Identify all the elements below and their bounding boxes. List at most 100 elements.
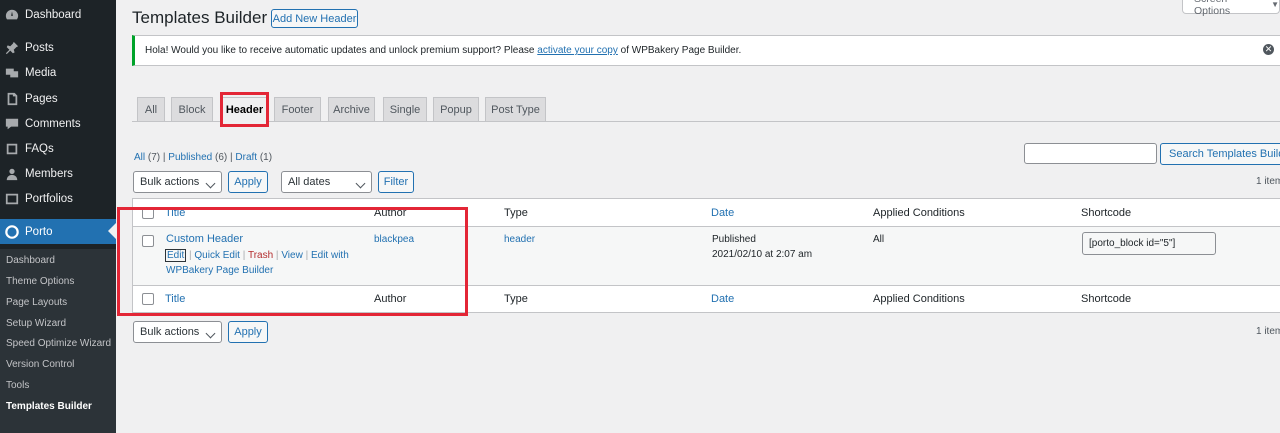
- sidebar-item-label: FAQs: [25, 142, 54, 155]
- dates-select[interactable]: All dates: [281, 171, 372, 193]
- tab-all[interactable]: All: [137, 97, 165, 122]
- submenu-item-speed-optimize-wizard[interactable]: Speed Optimize Wizard: [6, 338, 111, 349]
- submenu-item-tools[interactable]: Tools: [6, 380, 29, 391]
- bulk-actions-select-top[interactable]: Bulk actions: [133, 171, 222, 193]
- update-notice: Hola! Would you like to receive automati…: [132, 35, 1280, 66]
- column-author: Author: [374, 207, 407, 219]
- table-footer-row: Title Author Type Date Applied Condition…: [133, 286, 1280, 313]
- edit-with-wpbakery-link-line2[interactable]: WPBakery Page Builder: [166, 265, 273, 276]
- porto-submenu: Dashboard Theme Options Page Layouts Set…: [0, 249, 116, 433]
- table-row: Custom Header Edit | Quick Edit | Trash …: [133, 227, 1280, 286]
- sidebar-item-label: Media: [25, 66, 57, 79]
- row-conditions: All: [873, 234, 885, 245]
- column-applied-conditions-footer: Applied Conditions: [873, 293, 965, 305]
- media-icon: [5, 66, 19, 80]
- quick-edit-link[interactable]: Quick Edit: [194, 250, 240, 261]
- caret-down-icon: ▼: [1271, 0, 1279, 9]
- sidebar-item-label: Porto: [25, 225, 53, 238]
- bulk-actions-select-bottom[interactable]: Bulk actions: [133, 321, 222, 343]
- notice-text: Hola! Would you like to receive automati…: [145, 45, 538, 56]
- status-filters: All (7) | Published (6) | Draft (1): [134, 152, 273, 163]
- shortcode-field[interactable]: [porto_block id="5"]: [1082, 232, 1216, 255]
- screen-options-label: Screen Options: [1194, 0, 1231, 17]
- sidebar-item-label: Pages: [25, 92, 58, 105]
- apply-button-bottom[interactable]: Apply: [228, 321, 268, 343]
- row-checkbox[interactable]: [142, 235, 154, 247]
- sidebar-item-pages[interactable]: Pages: [0, 86, 116, 111]
- submenu-item-setup-wizard[interactable]: Setup Wizard: [6, 318, 66, 329]
- row-author-link[interactable]: blackpea: [374, 234, 414, 245]
- column-applied-conditions: Applied Conditions: [873, 207, 965, 219]
- bulk-actions-value: Bulk actions: [140, 176, 200, 188]
- members-icon: [5, 167, 19, 181]
- row-date-status: Published: [712, 234, 756, 245]
- sidebar-item-label: Portfolios: [25, 192, 73, 205]
- submenu-item-dashboard[interactable]: Dashboard: [6, 255, 55, 266]
- filter-button[interactable]: Filter: [378, 171, 414, 193]
- sidebar-item-portfolios[interactable]: Portfolios: [0, 186, 116, 211]
- sidebar-item-comments[interactable]: Comments: [0, 111, 116, 136]
- column-shortcode-footer: Shortcode: [1081, 293, 1132, 305]
- sidebar-item-label: Comments: [25, 117, 81, 130]
- tab-post-type[interactable]: Post Type: [485, 97, 546, 122]
- pages-icon: [5, 92, 19, 106]
- shortcode-value: [porto_block id="5"]: [1089, 238, 1176, 249]
- sidebar-item-posts[interactable]: Posts: [0, 35, 116, 60]
- edit-link[interactable]: Edit: [165, 249, 187, 262]
- view-link[interactable]: View: [281, 250, 303, 261]
- search-input[interactable]: [1024, 143, 1157, 164]
- filter-published[interactable]: Published: [168, 152, 212, 163]
- sidebar-item-dashboard[interactable]: Dashboard: [0, 2, 116, 27]
- table-header-row: Title Author Type Date Applied Condition…: [133, 199, 1280, 227]
- sidebar-item-label: Posts: [25, 41, 54, 54]
- screen-options-tab[interactable]: Screen Options ▼: [1182, 0, 1280, 17]
- comment-icon: [5, 117, 19, 131]
- sidebar-item-members[interactable]: Members: [0, 161, 116, 186]
- submenu-item-theme-options[interactable]: Theme Options: [6, 276, 74, 287]
- apply-button-top[interactable]: Apply: [228, 171, 268, 193]
- filter-all-count: (7): [147, 152, 161, 163]
- page-title: Templates Builder: [132, 8, 268, 27]
- search-button[interactable]: Search Templates Builder: [1160, 143, 1280, 165]
- tab-footer[interactable]: Footer: [274, 97, 321, 122]
- row-date: 2021/02/10 at 2:07 am: [712, 249, 813, 260]
- sidebar-item-faqs[interactable]: FAQs: [0, 136, 116, 161]
- dismiss-icon[interactable]: ✕: [1263, 44, 1274, 55]
- submenu-item-templates-builder[interactable]: Templates Builder: [6, 401, 92, 412]
- trash-link[interactable]: Trash: [248, 250, 273, 261]
- select-all-checkbox[interactable]: [142, 207, 154, 219]
- column-title-footer[interactable]: Title: [165, 293, 185, 305]
- activate-link[interactable]: activate your copy: [537, 45, 618, 56]
- filter-draft[interactable]: Draft: [235, 152, 257, 163]
- admin-sidebar: Dashboard Posts Media Pages Comments FAQ…: [0, 0, 116, 433]
- current-menu-arrow: [108, 223, 116, 239]
- submenu-item-version-control[interactable]: Version Control: [6, 359, 74, 370]
- sidebar-item-media[interactable]: Media: [0, 60, 116, 85]
- items-count-bottom: 1 item: [1256, 326, 1280, 337]
- tab-header[interactable]: Header: [222, 97, 267, 122]
- chevron-down-icon: [205, 178, 216, 189]
- select-all-checkbox-bottom[interactable]: [142, 293, 154, 305]
- chevron-down-icon: [205, 328, 216, 339]
- row-type-link[interactable]: header: [504, 234, 535, 245]
- tab-popup[interactable]: Popup: [433, 97, 479, 122]
- column-date[interactable]: Date: [711, 207, 734, 219]
- column-title[interactable]: Title: [165, 207, 185, 219]
- submenu-item-page-layouts[interactable]: Page Layouts: [6, 297, 67, 308]
- column-shortcode: Shortcode: [1081, 207, 1132, 219]
- column-date-footer[interactable]: Date: [711, 293, 734, 305]
- filter-all[interactable]: All: [134, 152, 145, 163]
- filter-published-count: (6): [215, 152, 228, 163]
- add-new-header-button[interactable]: Add New Header: [271, 9, 358, 28]
- pin-icon: [5, 41, 19, 55]
- items-count-top: 1 item: [1256, 176, 1280, 187]
- edit-with-wpbakery-link[interactable]: Edit with: [311, 250, 349, 261]
- bulk-actions-value: Bulk actions: [140, 326, 200, 338]
- row-title-link[interactable]: Custom Header: [166, 233, 243, 245]
- tab-archive[interactable]: Archive: [328, 97, 375, 122]
- tab-single[interactable]: Single: [383, 97, 427, 122]
- sidebar-item-porto[interactable]: Porto: [0, 219, 116, 244]
- sidebar-item-label: Dashboard: [25, 8, 82, 21]
- tab-block[interactable]: Block: [171, 97, 213, 122]
- porto-icon: [5, 224, 19, 239]
